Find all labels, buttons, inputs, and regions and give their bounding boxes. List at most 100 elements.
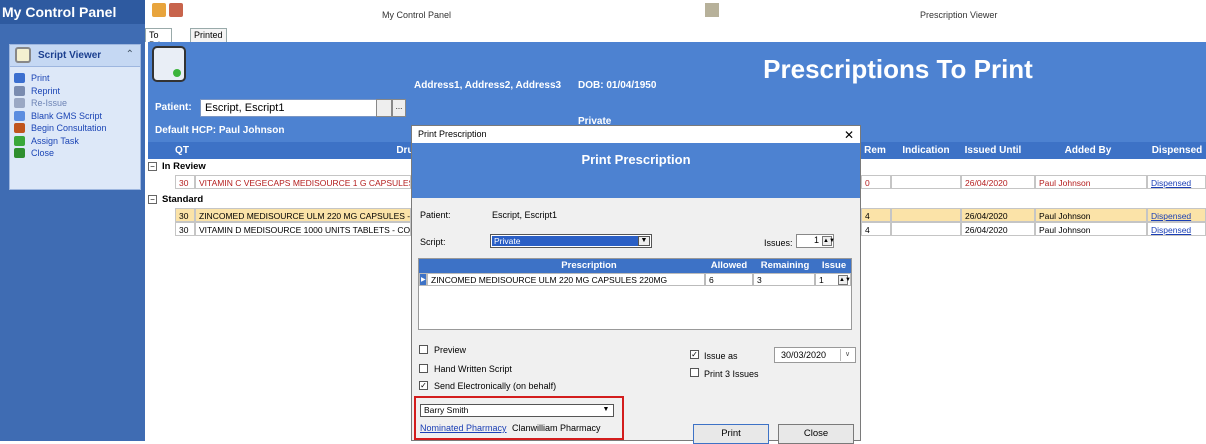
dispensed-link[interactable]: Dispensed — [1147, 222, 1206, 236]
script-select[interactable]: Private ▼ — [490, 234, 652, 248]
sidebar-item-label: Re-Issue — [31, 98, 68, 108]
printer-icon — [14, 73, 25, 83]
script-viewer-items: Print Reprint Re-Issue Blank GMS Script … — [10, 67, 140, 160]
patient-value: Escript, Escript1 — [492, 210, 558, 220]
send-electronically-label: Send Electronically (on behalf) — [434, 381, 557, 391]
sidebar-item-print[interactable]: Print — [10, 72, 140, 85]
cell-remaining: 3 — [753, 273, 815, 286]
hand-written-label: Hand Written Script — [434, 364, 512, 374]
collapse-chevron-icon[interactable]: ⌃ — [126, 49, 134, 60]
blank-script-icon — [14, 110, 25, 121]
group-label: Standard — [162, 194, 204, 205]
cell-rem: 4 — [861, 222, 891, 236]
viewer-icon — [705, 3, 719, 17]
col-issued-until[interactable]: Issued Until — [963, 145, 1023, 156]
issue-date-picker[interactable]: 30/03/2020 ∨ — [774, 347, 856, 363]
collapse-box-icon[interactable]: − — [148, 162, 157, 171]
issues-stepper[interactable]: 1 ▲▼ — [796, 234, 835, 248]
issue-date-value: 30/03/2020 — [781, 350, 827, 360]
spin-arrows-icon[interactable]: ▲▼ — [838, 275, 850, 285]
cell-drug: ZINCOMED MEDISOURCE ULM 220 MG CAPSULES … — [195, 208, 411, 222]
send-electronically-checkbox[interactable]: ✓ — [419, 381, 428, 390]
close-button[interactable]: Close — [778, 424, 854, 444]
pharmacy-box: Barry Smith ▼ Nominated Pharmacy Clanwil… — [414, 396, 624, 440]
cell-issue[interactable]: 1 ▲▼ — [815, 273, 851, 286]
cell-added-by: Paul Johnson — [1035, 222, 1147, 236]
col-issue: Issue — [821, 260, 847, 271]
collapse-box-icon[interactable]: − — [148, 195, 157, 204]
patient-dob: DOB: 01/04/1950 — [578, 80, 657, 91]
col-rem[interactable]: Rem — [860, 145, 890, 156]
col-qt[interactable]: QT — [170, 145, 194, 156]
issues-value: 1 — [813, 235, 819, 245]
print3-label: Print 3 Issues — [704, 369, 759, 379]
consultation-icon — [14, 123, 25, 133]
group-label: In Review — [162, 161, 206, 172]
printer-icon — [152, 46, 186, 82]
spin-arrows-icon[interactable]: ▲▼ — [822, 236, 835, 246]
print-button[interactable]: Print — [693, 424, 769, 444]
col-added-by[interactable]: Added By — [1033, 145, 1143, 156]
nominated-pharmacy-link[interactable]: Nominated Pharmacy — [420, 423, 507, 433]
preview-label: Preview — [434, 345, 467, 355]
cell-indication — [891, 175, 961, 189]
cell-indication — [891, 208, 961, 222]
sidebar-item-assign-task[interactable]: Assign Task — [10, 135, 140, 148]
sidebar-item-close[interactable]: Close — [10, 147, 140, 160]
tools-icon[interactable] — [169, 3, 183, 17]
reprint-icon — [14, 85, 25, 96]
tab-to-print[interactable]: To Print — [145, 28, 172, 50]
issue-value: 1 — [819, 275, 824, 285]
hand-written-checkbox[interactable] — [419, 364, 428, 373]
chevron-down-icon[interactable]: ▼ — [600, 406, 612, 416]
issue-as-checkbox[interactable]: ✓ — [690, 350, 699, 359]
cell-issued-until: 26/04/2020 — [961, 222, 1035, 236]
script-selected-value: Private — [492, 236, 638, 246]
window-title: My Control Panel — [382, 10, 452, 20]
tab-printed[interactable]: Printed — [190, 28, 227, 42]
col-dispensed[interactable]: Dispensed — [1151, 145, 1203, 156]
table-row[interactable]: ▶ ZINCOMED MEDISOURCE ULM 220 MG CAPSULE… — [419, 273, 851, 286]
viewer-title: Prescription Viewer — [920, 10, 998, 20]
reissue-icon — [14, 98, 25, 108]
preview-checkbox[interactable] — [419, 345, 428, 354]
sidebar-item-reissue[interactable]: Re-Issue — [10, 97, 140, 110]
cell-rem: 0 — [861, 175, 891, 189]
print3-checkbox[interactable] — [690, 368, 699, 377]
dispensed-link[interactable]: Dispensed — [1147, 175, 1206, 189]
dialog-title: Print Prescription — [418, 129, 487, 139]
patient-label: Patient: — [420, 210, 451, 220]
dispensed-link[interactable]: Dispensed — [1147, 208, 1206, 222]
sidebar-item-label: Print — [31, 73, 50, 83]
dialog-titlebar[interactable]: Print Prescription ✕ — [412, 126, 860, 143]
chevron-down-icon[interactable]: ∨ — [840, 349, 854, 361]
top-bar: My Control Panel Prescription Viewer — [145, 0, 1206, 28]
cell-rem: 4 — [861, 208, 891, 222]
home-icon[interactable] — [152, 3, 166, 17]
pharmacy-name: Clanwilliam Pharmacy — [512, 423, 601, 433]
panel-title: My Control Panel — [0, 0, 145, 24]
script-label: Script: — [420, 237, 446, 247]
default-hcp: Default HCP: Paul Johnson — [155, 125, 285, 136]
sidebar-item-begin-consultation[interactable]: Begin Consultation — [10, 122, 140, 135]
cell-drug: VITAMIN C VEGECAPS MEDISOURCE 1 G CAPSUL… — [195, 175, 411, 189]
close-icon[interactable]: ✕ — [844, 128, 854, 142]
cell-prescription: ZINCOMED MEDISOURCE ULM 220 MG CAPSULES … — [427, 273, 705, 286]
hcp-select[interactable]: Barry Smith ▼ — [420, 404, 614, 417]
col-indication[interactable]: Indication — [896, 145, 956, 156]
status-dot — [173, 69, 181, 77]
prescription-table: Prescription Allowed Remaining Issue ▶ Z… — [418, 258, 852, 330]
patient-search-icon[interactable] — [376, 99, 392, 117]
patient-more-button[interactable]: ... — [392, 99, 406, 117]
dialog-banner: Print Prescription — [412, 143, 860, 198]
col-allowed: Allowed — [710, 260, 748, 271]
script-viewer-icon — [15, 47, 31, 63]
chevron-down-icon[interactable]: ▼ — [638, 236, 650, 246]
sidebar-item-blank-gms-script[interactable]: Blank GMS Script — [10, 110, 140, 123]
sidebar-item-label: Begin Consultation — [31, 123, 107, 133]
row-pointer-icon: ▶ — [419, 273, 427, 286]
sidebar-item-reprint[interactable]: Reprint — [10, 85, 140, 98]
patient-input[interactable]: Escript, Escript1 — [200, 99, 378, 117]
script-viewer-header[interactable]: Script Viewer ⌃ — [10, 45, 140, 67]
cell-issued-until: 26/04/2020 — [961, 175, 1035, 189]
